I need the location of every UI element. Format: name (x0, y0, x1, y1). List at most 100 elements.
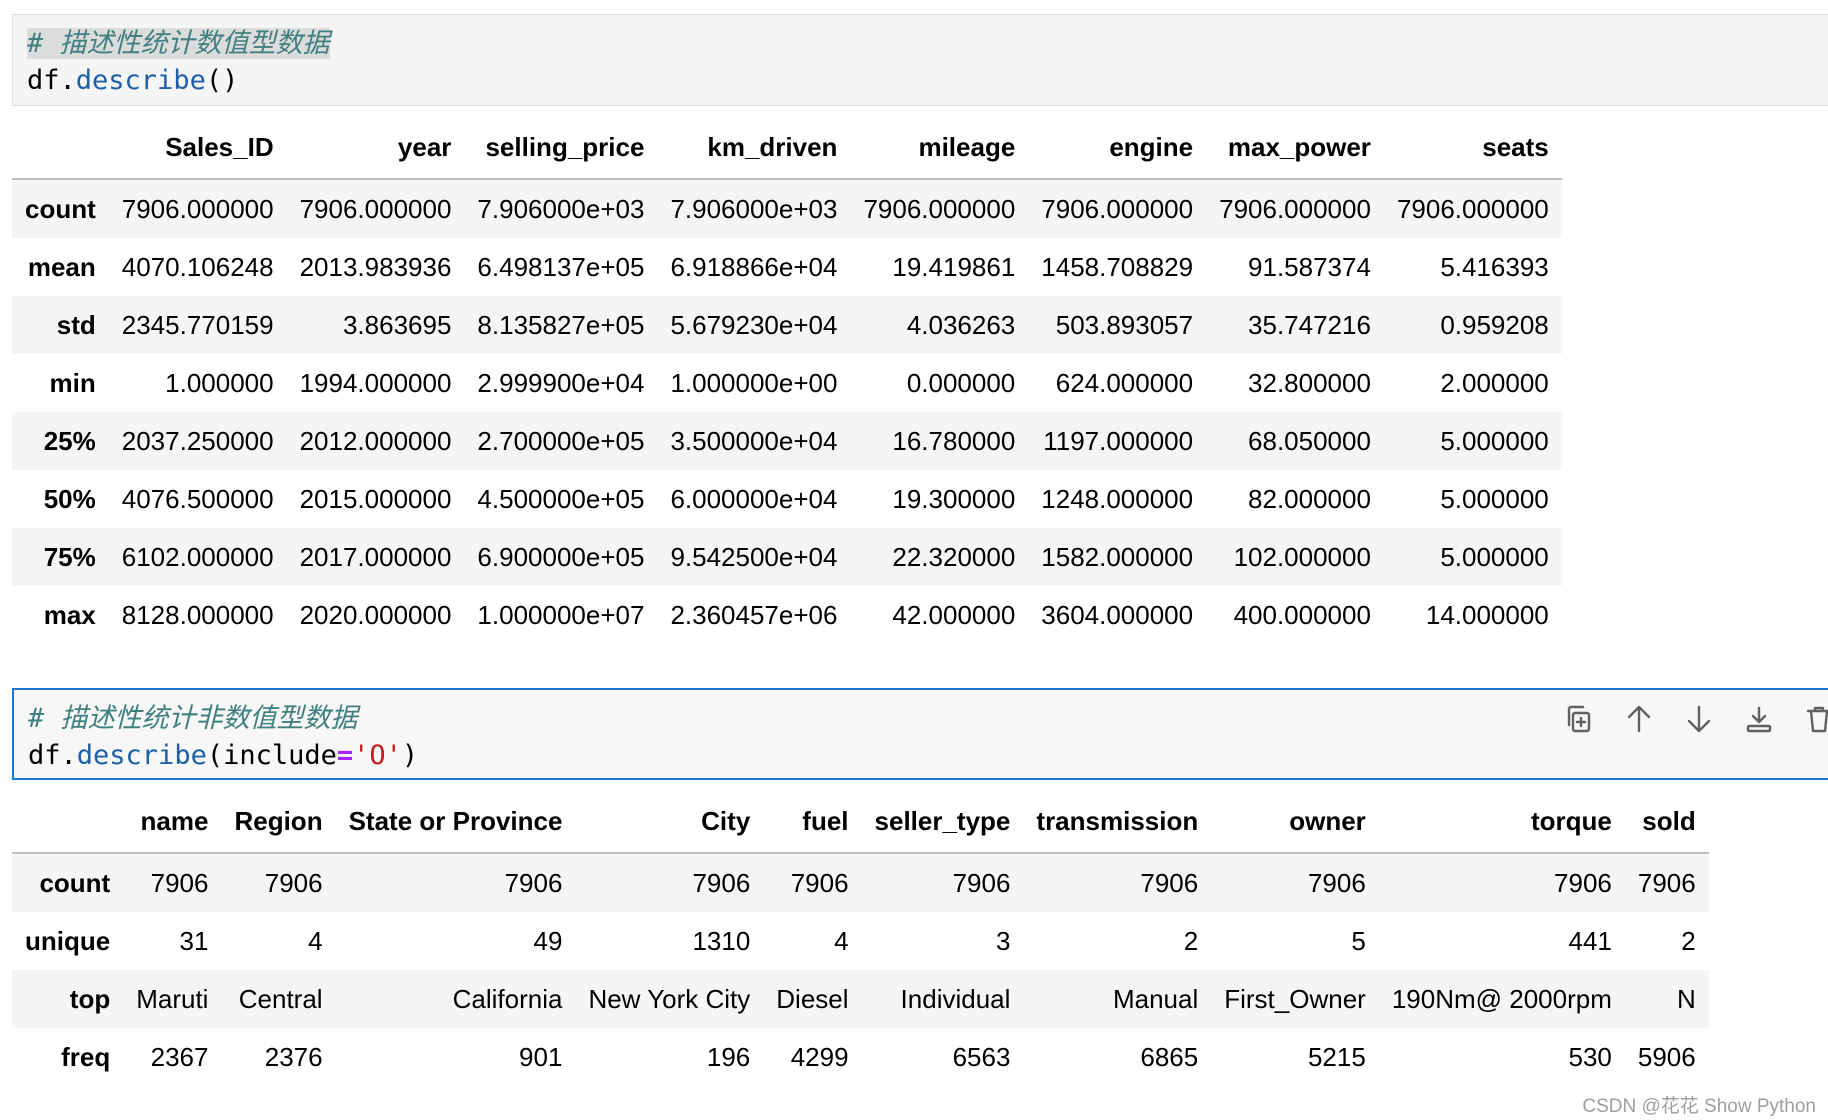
row-label: 50% (43, 483, 96, 514)
table-row: count 7906.000000 7906.000000 7.906000e+03 7… (12, 179, 1562, 238)
describe-numeric-table: Sales_ID year selling_price km_driven mileag… (12, 116, 1562, 644)
code-line: df.describe() (27, 65, 239, 96)
table-cell: 102.000000 (1233, 541, 1371, 572)
table-cell: 3 (995, 925, 1011, 956)
column-header: seats (1383, 116, 1562, 180)
table-cell: 3604.000000 (1041, 599, 1194, 630)
column-header: engine (1028, 116, 1207, 180)
move-down-icon (1687, 705, 1711, 733)
table-row: unique 31 4 49 1310 4 3 2 5 441 2 (12, 912, 1709, 970)
code-cell-describe-object[interactable]: # 描述性统计非数值型数据 df.describe(include='O') (12, 688, 1828, 780)
table-cell: 7906.000000 (1396, 193, 1549, 224)
table-cell: 3.863695 (342, 309, 452, 340)
table-cell: 4070.106248 (121, 251, 274, 282)
table-cell: 1310 (692, 925, 751, 956)
table-cell: 7906 (1637, 867, 1696, 898)
table-cell: 35.747216 (1248, 309, 1371, 340)
column-header: km_driven (657, 116, 851, 180)
column-header: owner (1211, 790, 1379, 854)
table-cell: 7906.000000 (1041, 193, 1194, 224)
table-cell: 7906 (692, 867, 751, 898)
table-cell: 16.780000 (892, 425, 1016, 456)
copy-icon (1567, 705, 1591, 733)
row-label: count (39, 867, 111, 898)
column-header: City (575, 790, 764, 854)
column-header: selling_price (464, 116, 658, 180)
table-cell: 400.000000 (1233, 599, 1371, 630)
table-cell: 9.542500e+04 (670, 541, 838, 572)
table-cell: 2.000000 (1440, 367, 1549, 398)
table-cell: 7906 (790, 867, 849, 898)
row-label: count (25, 193, 96, 224)
table-cell: 6.498137e+05 (477, 251, 645, 282)
table-cell: 5.416393 (1440, 251, 1549, 282)
row-label: 25% (43, 425, 96, 456)
table-cell: 1197.000000 (1043, 425, 1194, 456)
table-row: 75% 6102.000000 2017.000000 6.900000e+05 9.5… (12, 528, 1562, 586)
column-header: Region (221, 790, 336, 854)
table-cell: 1458.708829 (1041, 251, 1194, 282)
table-cell: 2012.000000 (299, 425, 452, 456)
table-cell: N (1676, 983, 1696, 1014)
table-cell: Diesel (776, 983, 849, 1014)
table-cell: 6102.000000 (121, 541, 274, 572)
table-cell: 2 (1681, 925, 1696, 956)
table-cell: 503.893057 (1055, 309, 1194, 340)
column-header: mileage (850, 116, 1029, 180)
table-cell: Maruti (136, 983, 209, 1014)
table-cell: 2345.770159 (121, 309, 274, 340)
table-cell: 91.587374 (1248, 251, 1371, 282)
row-label: unique (25, 925, 111, 956)
code-line: df.describe(include='O') (28, 740, 419, 771)
table-cell: 5906 (1637, 1041, 1696, 1072)
table-row: std 2345.770159 3.863695 8.135827e+05 5.6792… (12, 296, 1562, 354)
table-row: max 8128.000000 2020.000000 1.000000e+07 2.3… (12, 586, 1562, 644)
table-cell: 7906 (1307, 867, 1366, 898)
table-cell: 4 (834, 925, 849, 956)
table-cell: 5.000000 (1440, 483, 1549, 514)
delete-icon (1806, 706, 1828, 733)
row-label: std (56, 309, 96, 340)
index-header (12, 790, 124, 854)
copy-button[interactable] (1558, 698, 1600, 740)
index-header (12, 116, 109, 180)
table-cell: 7.906000e+03 (670, 193, 838, 224)
table-cell: 7906.000000 (121, 193, 274, 224)
code-cell-describe-numeric[interactable]: # 描述性统计数值型数据 df.describe() (12, 14, 1828, 106)
table-cell: 4.036263 (906, 309, 1016, 340)
insert-below-button[interactable] (1738, 698, 1780, 740)
table-cell: 0.959208 (1440, 309, 1549, 340)
column-header: sold (1624, 790, 1709, 854)
table-cell: 2015.000000 (299, 483, 452, 514)
column-header: year (286, 116, 465, 180)
table-cell: 5215 (1307, 1041, 1366, 1072)
code-comment: # 描述性统计数值型数据 (27, 28, 330, 59)
code-comment: # 描述性统计非数值型数据 (28, 703, 358, 734)
table-cell: 2020.000000 (299, 599, 452, 630)
table-cell: 14.000000 (1425, 599, 1549, 630)
table-cell: 6.918866e+04 (670, 251, 838, 282)
table-cell: 7906 (1140, 867, 1199, 898)
table-cell: New York City (588, 983, 751, 1014)
row-label: top (69, 983, 111, 1014)
table-cell: 6865 (1140, 1041, 1199, 1072)
table-cell: 1.000000 (165, 367, 274, 398)
table-cell: 2037.250000 (121, 425, 274, 456)
table-cell: 7.906000e+03 (477, 193, 645, 224)
delete-button[interactable] (1798, 698, 1828, 740)
table-cell: 4299 (790, 1041, 849, 1072)
table-cell: First_Owner (1224, 983, 1366, 1014)
table-cell: 22.320000 (892, 541, 1016, 572)
table-cell: 5 (1351, 925, 1366, 956)
table-cell: 7906 (1554, 867, 1612, 898)
move-down-button[interactable] (1678, 698, 1720, 740)
table-cell: 19.300000 (892, 483, 1016, 514)
table-cell: 68.050000 (1248, 425, 1371, 456)
table-row: top Maruti Central California New York City D… (12, 970, 1709, 1028)
table-cell: 8.135827e+05 (477, 309, 645, 340)
table-cell: 82.000000 (1248, 483, 1371, 514)
table-cell: Individual (900, 983, 1011, 1014)
table-cell: 7906.000000 (863, 193, 1016, 224)
watermark: CSDN @花花 Show Python (1582, 1096, 1816, 1117)
move-up-button[interactable] (1618, 698, 1660, 740)
